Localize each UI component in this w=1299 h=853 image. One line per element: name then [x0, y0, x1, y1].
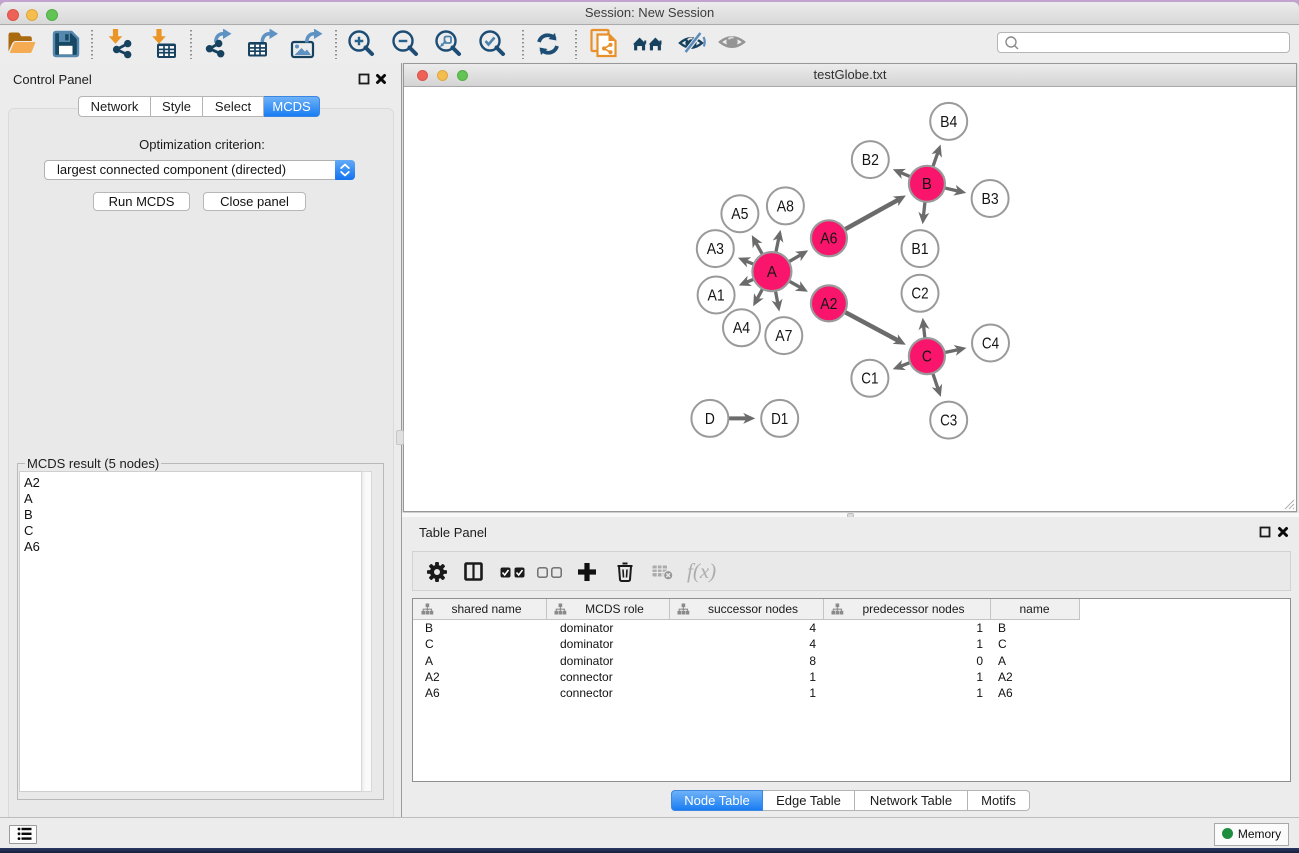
svg-text:C1: C1: [861, 371, 878, 388]
svg-text:C: C: [922, 349, 932, 366]
svg-text:B2: B2: [862, 152, 879, 169]
svg-text:B: B: [922, 176, 932, 193]
svg-text:A2: A2: [820, 296, 837, 313]
svg-text:A3: A3: [707, 241, 724, 258]
svg-text:A7: A7: [775, 328, 792, 345]
svg-text:B3: B3: [982, 191, 999, 208]
svg-text:D: D: [705, 411, 715, 428]
svg-text:A: A: [767, 264, 778, 281]
svg-text:A8: A8: [777, 198, 794, 215]
svg-text:A4: A4: [733, 320, 751, 337]
svg-text:A6: A6: [820, 231, 837, 248]
svg-text:A5: A5: [731, 206, 748, 223]
svg-text:A1: A1: [708, 287, 725, 304]
svg-text:D1: D1: [771, 411, 788, 428]
svg-text:C2: C2: [911, 286, 928, 303]
svg-text:B1: B1: [911, 241, 928, 258]
svg-text:C4: C4: [982, 335, 1000, 352]
svg-text:B4: B4: [940, 114, 958, 131]
svg-text:C3: C3: [940, 413, 957, 430]
